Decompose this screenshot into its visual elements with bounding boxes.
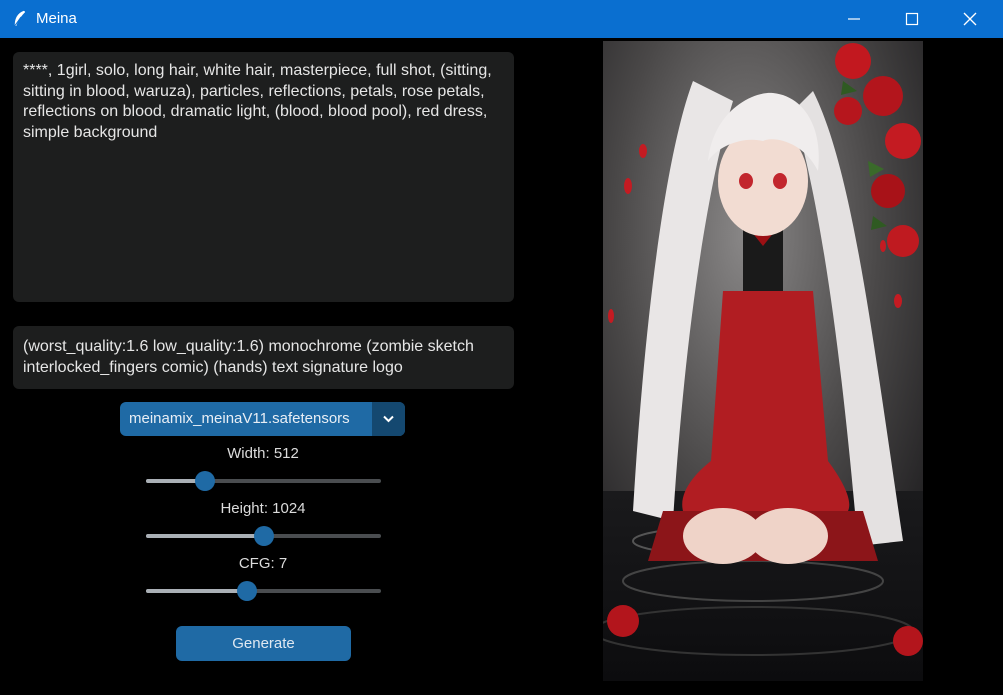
minimize-icon — [848, 18, 860, 20]
generated-image-illustration — [603, 41, 923, 681]
cfg-slider-fill — [146, 589, 248, 593]
negative-prompt-textbox[interactable]: (worst_quality:1.6 low_quality:1.6) mono… — [13, 326, 514, 389]
chevron-down-icon — [383, 415, 394, 423]
cfg-slider-handle[interactable] — [237, 581, 258, 601]
height-slider-fill — [146, 534, 264, 538]
cfg-slider[interactable] — [146, 581, 381, 601]
generated-image — [603, 41, 923, 681]
height-slider-handle[interactable] — [253, 526, 274, 546]
minimize-button[interactable] — [825, 0, 883, 38]
close-icon — [963, 12, 977, 26]
close-button[interactable] — [941, 0, 999, 38]
maximize-icon — [905, 12, 919, 26]
title-bar[interactable]: Meina — [0, 0, 1003, 38]
height-slider[interactable] — [146, 526, 381, 546]
model-select-arrow-button[interactable] — [372, 402, 405, 436]
width-slider[interactable] — [146, 471, 381, 491]
maximize-button[interactable] — [883, 0, 941, 38]
model-select-value: meinamix_meinaV11.safetensors — [129, 410, 350, 427]
model-select[interactable]: meinamix_meinaV11.safetensors — [120, 402, 405, 436]
app-window: Meina ****, 1girl, solo, long hair, whit… — [0, 0, 1003, 695]
width-label: Width: 512 — [227, 445, 299, 462]
feather-icon — [13, 10, 26, 28]
width-slider-handle[interactable] — [194, 471, 215, 491]
prompt-textbox[interactable]: ****, 1girl, solo, long hair, white hair… — [13, 52, 514, 302]
height-label: Height: 1024 — [220, 500, 306, 517]
cfg-label: CFG: 7 — [238, 555, 288, 572]
window-title: Meina — [36, 10, 77, 27]
generate-button[interactable]: Generate — [176, 626, 351, 661]
